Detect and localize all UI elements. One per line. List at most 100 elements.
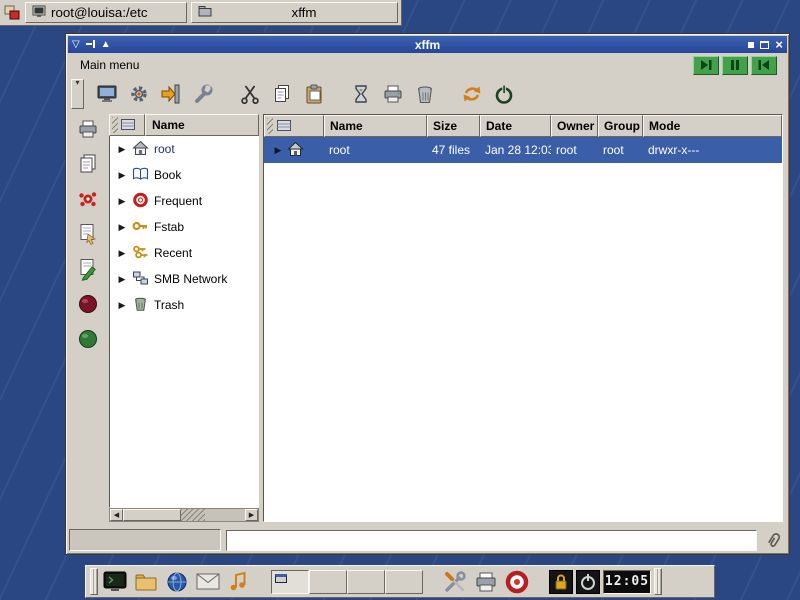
- column-header-name[interactable]: Name: [324, 115, 427, 137]
- list-header-icon-cell[interactable]: [264, 115, 324, 137]
- workspace-1-button[interactable]: [271, 570, 309, 594]
- tree-header-icon-cell[interactable]: [109, 114, 145, 136]
- statusbar: [69, 529, 786, 551]
- bottom-panel: 12:05: [85, 565, 715, 598]
- expander-icon[interactable]: ▶: [117, 249, 127, 258]
- main-menu-item[interactable]: Main menu: [76, 56, 143, 74]
- file-mode: drwxr-x---: [643, 143, 782, 157]
- column-grip[interactable]: [267, 118, 273, 134]
- tree-item-label: Recent: [154, 246, 192, 260]
- column-header-size[interactable]: Size: [427, 115, 480, 137]
- maroon-sphere-icon[interactable]: [75, 291, 101, 317]
- taskbar-app-icon[interactable]: [3, 4, 21, 22]
- paperclip-icon[interactable]: [762, 529, 786, 551]
- collapse-icon: ▾: [75, 80, 79, 86]
- tree-item-book[interactable]: ▶ Book: [110, 162, 258, 188]
- printer-drop-icon[interactable]: [75, 116, 101, 142]
- goto-icon[interactable]: [156, 80, 185, 108]
- delete-splat-icon[interactable]: [75, 186, 101, 212]
- expander-icon[interactable]: ▶: [117, 171, 127, 180]
- column-header-date[interactable]: Date: [480, 115, 551, 137]
- quit-power-icon[interactable]: [489, 80, 518, 108]
- green-sphere-icon[interactable]: [75, 326, 101, 352]
- skip-forward-button[interactable]: [693, 56, 719, 75]
- tree-item-label: Trash: [154, 298, 184, 312]
- web-browser-globe-icon[interactable]: [163, 568, 191, 596]
- panel-clock: 12:05: [603, 570, 651, 594]
- edit-doc-icon[interactable]: [75, 256, 101, 282]
- copy-drop-icon[interactable]: [75, 151, 101, 177]
- column-header-group[interactable]: Group: [598, 115, 643, 137]
- xffm-window: ▽ ▲ xffm × Main menu: [65, 33, 790, 555]
- refresh-icon[interactable]: [457, 80, 486, 108]
- find-hourglass-icon[interactable]: [346, 80, 375, 108]
- settings-gear-icon[interactable]: [124, 80, 153, 108]
- task-button-terminal[interactable]: root@louisa:/etc: [25, 2, 187, 23]
- horizontal-scrollbar[interactable]: ◀ ▶: [109, 508, 259, 522]
- maximize-button[interactable]: [760, 41, 769, 49]
- terminal-launcher-icon[interactable]: [101, 568, 129, 596]
- expander-icon[interactable]: ▶: [273, 146, 283, 155]
- tree-header-name[interactable]: Name: [145, 114, 259, 136]
- file-row-root[interactable]: ▶ root 47 files Jan 28 12:03 root root d…: [264, 137, 782, 163]
- tools-wrench-icon[interactable]: [188, 80, 217, 108]
- scroll-left-button[interactable]: ◀: [110, 509, 123, 521]
- tree-item-label: root: [154, 142, 175, 156]
- file-date: Jan 28 12:03: [480, 143, 551, 157]
- workspace-4-button[interactable]: [385, 570, 423, 594]
- tree-item-label: Fstab: [154, 220, 184, 234]
- tree-item-frequent[interactable]: ▶ Frequent: [110, 188, 258, 214]
- column-header-owner[interactable]: Owner: [551, 115, 598, 137]
- settings-tools-icon[interactable]: [441, 568, 469, 596]
- tree-item-root[interactable]: ▶ root: [110, 136, 258, 162]
- file-group: root: [598, 143, 643, 157]
- iconify-button[interactable]: [748, 42, 754, 48]
- scroll-right-button[interactable]: ▶: [245, 509, 258, 521]
- column-grip[interactable]: [112, 117, 118, 133]
- print-icon[interactable]: [378, 80, 407, 108]
- nav-buttons: [693, 56, 777, 75]
- mail-launcher-icon[interactable]: [194, 568, 222, 596]
- workspace-3-button[interactable]: [347, 570, 385, 594]
- toolbar: ▾: [68, 77, 787, 111]
- expander-icon[interactable]: ▶: [117, 145, 127, 154]
- trash-small-icon: [132, 296, 149, 315]
- file-manager-launcher-icon[interactable]: [132, 568, 160, 596]
- properties-doc-icon[interactable]: [75, 221, 101, 247]
- trash-icon[interactable]: [410, 80, 439, 108]
- tree-item-trash[interactable]: ▶ Trash: [110, 292, 258, 318]
- workspace-2-button[interactable]: [309, 570, 347, 594]
- help-lifebuoy-icon[interactable]: [503, 568, 531, 596]
- panel-handle[interactable]: [654, 568, 662, 595]
- shade-icon[interactable]: ▲: [101, 40, 111, 50]
- scrollbar-thumb[interactable]: [123, 509, 181, 521]
- column-header-mode[interactable]: Mode: [643, 115, 782, 137]
- toolbar-collapse-button[interactable]: ▾: [71, 79, 84, 109]
- paste-icon[interactable]: [299, 80, 328, 108]
- task-label: root@louisa:/etc: [51, 5, 148, 20]
- logout-power-button[interactable]: [576, 570, 600, 594]
- skip-back-button[interactable]: [751, 56, 777, 75]
- task-button-xffm[interactable]: xffm: [191, 2, 398, 23]
- status-entry[interactable]: [226, 530, 757, 551]
- window-menu-icon[interactable]: ▽: [72, 40, 80, 50]
- music-launcher-icon[interactable]: [225, 568, 253, 596]
- titlebar[interactable]: ▽ ▲ xffm ×: [68, 36, 787, 53]
- copy-icon[interactable]: [267, 80, 296, 108]
- stick-icon[interactable]: [85, 38, 96, 52]
- panel-handle[interactable]: [90, 568, 98, 595]
- cut-icon[interactable]: [235, 80, 264, 108]
- expander-icon[interactable]: ▶: [117, 197, 127, 206]
- tree-item-smb-network[interactable]: ▶ SMB Network: [110, 266, 258, 292]
- printer-launcher-icon[interactable]: [472, 568, 500, 596]
- tree-item-fstab[interactable]: ▶ Fstab: [110, 214, 258, 240]
- expander-icon[interactable]: ▶: [117, 223, 127, 232]
- close-button[interactable]: ×: [775, 38, 783, 51]
- expander-icon[interactable]: ▶: [117, 275, 127, 284]
- expander-icon[interactable]: ▶: [117, 301, 127, 310]
- file-list-panel: Name Size Date Owner Group Mode ▶ root 4…: [263, 114, 783, 522]
- pause-button[interactable]: [722, 56, 748, 75]
- lock-screen-button[interactable]: [549, 570, 573, 594]
- new-window-icon[interactable]: [92, 80, 121, 108]
- tree-item-recent[interactable]: ▶ Recent: [110, 240, 258, 266]
